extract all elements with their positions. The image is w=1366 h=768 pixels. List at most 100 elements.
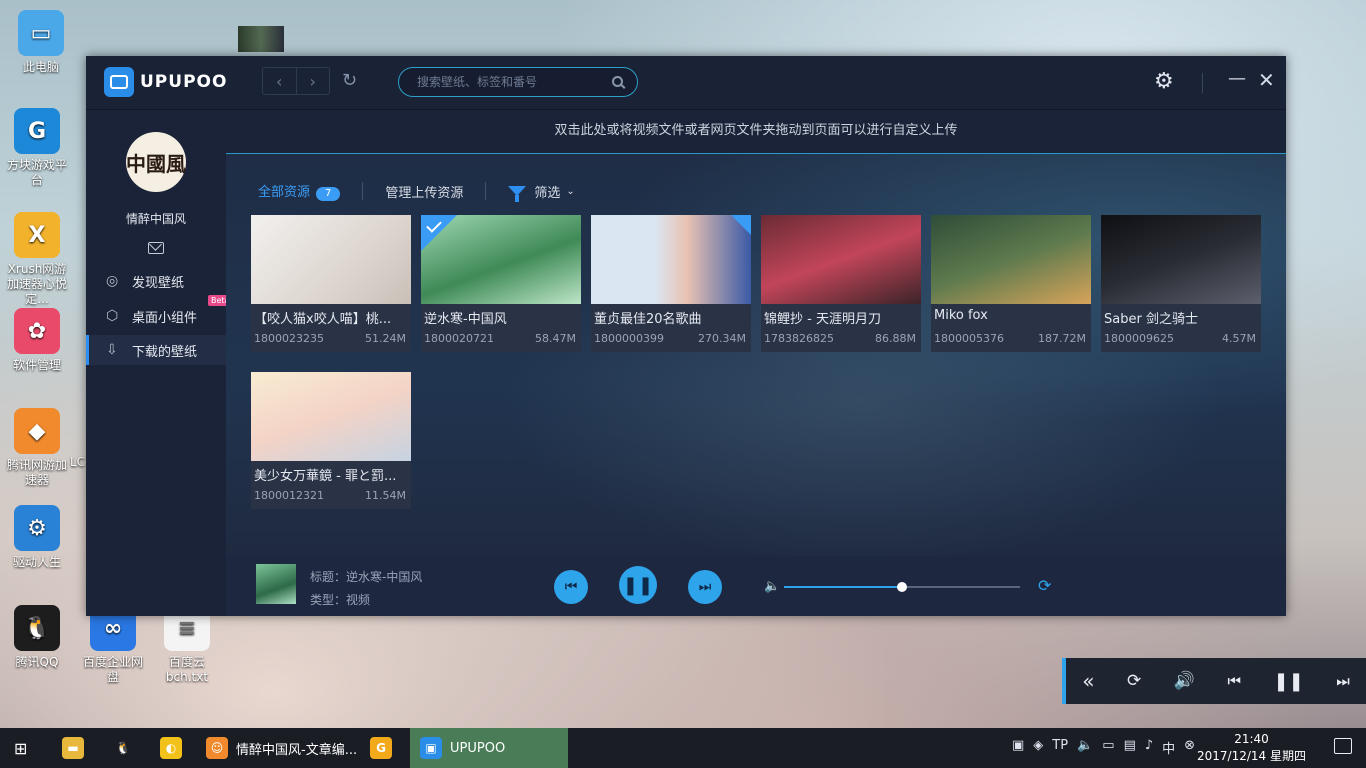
wallpaper-thumbnail[interactable] <box>761 215 921 304</box>
taskbar-upupoo[interactable]: ▣ UPUPOO <box>410 728 568 768</box>
taskbar-file-explorer[interactable]: ▬ <box>62 728 84 768</box>
wallpaper-card[interactable]: 【咬人猫x咬人喵】桃... 1800023235 51.24M <box>251 215 411 352</box>
desktop-icon-qq[interactable]: 🐧 腾讯QQ <box>2 605 72 670</box>
desktop-icon-xrush[interactable]: X Xrush网游加速器心悦定... <box>2 212 72 307</box>
wallpaper-thumbnail[interactable] <box>931 215 1091 304</box>
wallpaper-card[interactable]: 董贞最佳20名歌曲 1800000399 270.34M <box>591 215 751 352</box>
desktop-icon-fangkuai[interactable]: G 方块游戏平台 <box>2 108 72 188</box>
sidebar-item-label: 桌面小组件 <box>132 310 198 326</box>
wallpaper-card[interactable]: 锦鲤抄 - 天涯明月刀 1783826825 86.88M <box>761 215 921 352</box>
desktop-icon-label: Xrush网游加速器心悦定... <box>6 262 67 306</box>
desktop-icon-label: 腾讯QQ <box>15 655 59 669</box>
wallpaper-title: Saber 剑之骑士 <box>1104 312 1198 327</box>
upload-drop-zone[interactable]: 双击此处或将视频文件或者网页文件夹拖动到页面可以进行自定义上传 <box>226 110 1286 154</box>
shield-icon[interactable]: ◈ <box>1033 738 1043 757</box>
taskbar-g-app[interactable]: G <box>370 728 392 768</box>
upupoo-tray-icon[interactable]: ▣ <box>1012 738 1024 757</box>
search-input[interactable] <box>417 68 607 96</box>
desktop-icon-txt[interactable]: ≡ 百度云bch.txt <box>152 605 222 685</box>
refresh-icon[interactable]: ↻ <box>342 70 357 91</box>
loop-icon[interactable]: ⟳ <box>1038 576 1051 595</box>
wallpaper-thumbnail[interactable] <box>1101 215 1261 304</box>
mail-icon[interactable] <box>148 242 164 254</box>
now-playing-thumbnail[interactable] <box>256 564 296 604</box>
wallpaper-card[interactable]: Miko fox 1800005376 187.72M <box>931 215 1091 352</box>
download-icon: ⇩ <box>106 342 118 358</box>
tab-divider <box>485 182 487 200</box>
upupoo-window: UPUPOO ‹ › ↻ ⚙ — ✕ 中國風 情醉中国风 ◎ 发现壁纸 ⬡ 桌面… <box>86 56 1286 616</box>
next-button[interactable]: ⏭ <box>688 570 722 604</box>
volume-slider[interactable] <box>784 582 1020 592</box>
sidebar-item-downloads[interactable]: ⇩ 下载的壁纸 <box>86 335 226 365</box>
wallpaper-title: Miko fox <box>934 308 988 323</box>
speaker-icon[interactable]: 🔈 <box>1077 738 1093 757</box>
wallpaper-size: 11.54M <box>365 489 406 502</box>
wallpaper-id: 1783826825 <box>764 332 834 345</box>
count-badge: 7 <box>316 187 341 201</box>
wallpaper-size: 51.24M <box>365 332 406 345</box>
pause-icon[interactable]: ❚❚ <box>1274 671 1304 692</box>
pause-button[interactable]: ❚❚ <box>619 566 657 604</box>
skip-forward-icon: ⏭ <box>698 579 712 595</box>
ime-icon[interactable]: 中 <box>1162 738 1175 757</box>
tab-manage-uploads[interactable]: 管理上传资源 <box>385 182 463 201</box>
taskbar-label: UPUPOO <box>450 740 506 756</box>
tp-icon[interactable]: TP <box>1052 738 1068 757</box>
taskbar-browser[interactable]: ◐ <box>160 728 182 768</box>
desktop-icon-tencent-acc[interactable]: ◆ 腾讯网游加速器 <box>2 408 72 488</box>
sidebar-item-widgets[interactable]: ⬡ 桌面小组件 Beta <box>86 295 233 331</box>
user-name[interactable]: 情醉中国风 <box>86 210 226 227</box>
avatar[interactable]: 中國風 <box>126 132 186 192</box>
filter-button[interactable]: 筛选 ⌄ <box>508 182 575 202</box>
tab-all-resources[interactable]: 全部资源 7 <box>258 181 341 201</box>
wallpaper-thumbnail[interactable] <box>251 215 411 304</box>
search-icon[interactable] <box>612 76 623 87</box>
notification-icon[interactable] <box>1334 738 1352 754</box>
main-content: 双击此处或将视频文件或者网页文件夹拖动到页面可以进行自定义上传 全部资源 7 管理… <box>226 110 1286 556</box>
sound-icon[interactable]: ♪ <box>1145 738 1153 757</box>
wallpaper-card[interactable]: Saber 剑之骑士 1800009625 4.57M <box>1101 215 1261 352</box>
gear-icon[interactable]: ⚙ <box>1154 69 1174 94</box>
close-icon[interactable]: ✕ <box>1258 68 1275 92</box>
wallpaper-card[interactable]: 逆水寒-中国风 1800020721 58.47M <box>421 215 581 352</box>
desktop-icon-software[interactable]: ✿ 软件管理 <box>2 308 72 373</box>
battery-icon[interactable]: ▭ <box>1102 738 1114 757</box>
tab-all-label: 全部资源 <box>258 185 311 200</box>
minimize-icon[interactable]: — <box>1228 68 1246 89</box>
volume-icon[interactable]: 🔊 <box>1174 671 1195 691</box>
loop-icon[interactable]: ⟳ <box>1127 671 1141 691</box>
sidebar-item-discover[interactable]: ◎ 发现壁纸 <box>86 266 226 296</box>
wallpaper-size: 58.47M <box>535 332 576 345</box>
volume-knob[interactable] <box>897 582 907 592</box>
taskbar-qq[interactable]: 🐧 <box>112 728 134 768</box>
filter-label: 筛选 <box>534 185 561 201</box>
network-icon[interactable]: ▤ <box>1124 738 1136 757</box>
wallpaper-thumbnail[interactable] <box>591 215 751 304</box>
player-bar: 标题：逆水寒-中国风 类型：视频 ⏮ ❚❚ ⏭ 🔈 ⟳ <box>226 556 1286 616</box>
wallpaper-card[interactable]: 美少女万華鏡 - 罪と罰... 1800012321 11.54M <box>251 372 411 509</box>
back-icon[interactable]: ‹ <box>263 68 297 94</box>
wallpaper-thumbnail[interactable] <box>421 215 581 304</box>
prev-button[interactable]: ⏮ <box>554 570 588 604</box>
volume-fill <box>784 586 902 588</box>
now-playing-type: 类型：视频 <box>310 593 371 607</box>
desktop-thumb-icon[interactable] <box>238 26 284 52</box>
volume-icon[interactable]: 🔈 <box>764 579 780 594</box>
wallpaper-size: 4.57M <box>1222 332 1256 345</box>
forward-icon[interactable]: › <box>297 68 330 94</box>
clock[interactable]: 21:40 2017/12/14 星期四 <box>1197 731 1306 765</box>
collapse-icon[interactable]: « <box>1082 669 1094 693</box>
skip-back-icon: ⏮ <box>564 579 578 595</box>
desktop-icon-baidu-pan[interactable]: ∞ 百度企业网盘 <box>78 605 148 685</box>
skip-back-icon[interactable]: ⏮ <box>1227 672 1241 690</box>
taskbar-article-editor[interactable]: ☺ 情醉中国风-文章编... <box>206 728 362 768</box>
wallpaper-thumbnail[interactable] <box>251 372 411 461</box>
skip-forward-icon[interactable]: ⏭ <box>1336 672 1350 690</box>
windows-start-icon[interactable]: ⊞ <box>14 728 27 768</box>
desktop-icon-driver[interactable]: ⚙ 驱动人生 <box>2 505 72 570</box>
tab-divider <box>362 182 364 200</box>
mini-player: « ⟳ 🔊 ⏮ ❚❚ ⏭ <box>1062 658 1366 704</box>
nav-buttons: ‹ › <box>262 67 330 95</box>
close-circle-icon[interactable]: ⊗ <box>1184 738 1195 757</box>
desktop-icon-this-pc[interactable]: ▭ 此电脑 <box>6 10 76 75</box>
